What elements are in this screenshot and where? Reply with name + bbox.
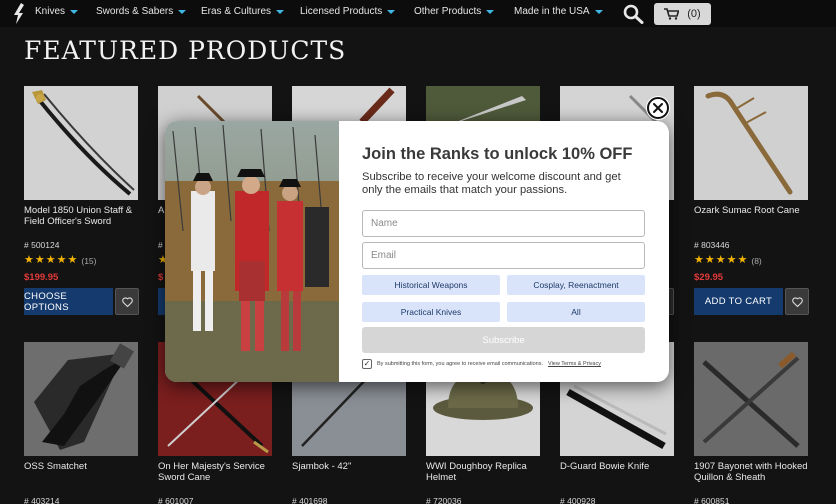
product-image[interactable] xyxy=(24,342,138,456)
star-icon: ★ xyxy=(24,254,34,266)
chevron-down-icon xyxy=(387,9,396,14)
product-sku: # 403214 xyxy=(24,496,60,504)
name-input[interactable]: Name xyxy=(362,210,645,237)
nav-item-knives[interactable]: Knives xyxy=(35,6,79,17)
chevron-down-icon xyxy=(276,9,285,14)
name-placeholder: Name xyxy=(371,218,398,229)
wishlist-button[interactable] xyxy=(115,288,139,315)
nav-item-licensed[interactable]: Licensed Products xyxy=(300,6,396,17)
cart-button[interactable]: (0) xyxy=(654,3,711,25)
cart-count: (0) xyxy=(687,8,701,20)
star-icon: ★ xyxy=(67,254,78,266)
close-button[interactable] xyxy=(647,97,669,119)
star-icon: ★ xyxy=(704,254,715,266)
product-card: Model 1850 Union Staff & Field Officer's… xyxy=(24,86,140,316)
product-name[interactable]: OSS Smatchet xyxy=(24,461,142,473)
product-card: Ozark Sumac Root Cane # 803446 ★ ★ ★ ★ ★… xyxy=(694,86,810,316)
email-input[interactable]: Email xyxy=(362,242,645,269)
nav-item-other[interactable]: Other Products xyxy=(414,6,495,17)
product-sku: # 400928 xyxy=(560,496,596,504)
product-sku: # 500124 xyxy=(24,240,60,250)
product-price: $29.95 xyxy=(694,272,724,283)
rating-stars: ★ ★ ★ ★ ★ (8) xyxy=(694,255,762,266)
product-name[interactable]: 1907 Bayonet with Hooked Quillon & Sheat… xyxy=(694,461,812,483)
subscribe-button[interactable]: Subscribe xyxy=(362,327,645,353)
product-name[interactable]: On Her Majesty's Service Sword Cane xyxy=(158,461,276,483)
star-icon: ★ xyxy=(715,254,726,266)
nav-item-label: Other Products xyxy=(414,6,482,17)
product-price: $199.95 xyxy=(24,272,59,283)
heart-icon xyxy=(791,296,803,307)
rating-count: (8) xyxy=(751,255,762,266)
star-icon: ★ xyxy=(694,254,704,266)
top-nav: Knives Swords & Sabers Eras & Cultures L… xyxy=(0,0,836,27)
cart-icon xyxy=(664,8,680,20)
rating-count: (15) xyxy=(81,255,97,266)
product-sku: # 600851 xyxy=(694,496,730,504)
nav-item-label: Made in the USA xyxy=(514,6,590,17)
product-card: OSS Smatchet # 403214 xyxy=(24,342,140,504)
page: Knives Swords & Sabers Eras & Cultures L… xyxy=(0,0,836,504)
nav-item-label: Swords & Sabers xyxy=(96,6,174,17)
page-title: FEATURED PRODUCTS xyxy=(24,36,347,65)
interest-cosplay-reenactment[interactable]: Cosplay, Reenactment xyxy=(507,275,645,295)
consent-checkbox[interactable]: ✓ xyxy=(362,359,372,369)
product-sku: # 803446 xyxy=(694,240,730,250)
nav-item-eras[interactable]: Eras & Cultures xyxy=(201,6,285,17)
add-to-cart-button[interactable]: ADD TO CART xyxy=(694,288,783,315)
logo-icon[interactable] xyxy=(12,3,30,24)
nav-item-swords[interactable]: Swords & Sabers xyxy=(96,6,187,17)
product-price: $ xyxy=(158,272,164,283)
product-image[interactable] xyxy=(24,86,138,200)
interest-practical-knives[interactable]: Practical Knives xyxy=(362,302,500,322)
wishlist-button[interactable] xyxy=(785,288,809,315)
search-icon[interactable] xyxy=(622,4,644,24)
rating-stars: ★ ★ ★ ★ ★ (15) xyxy=(24,255,97,266)
chevron-down-icon xyxy=(486,9,495,14)
star-icon: ★ xyxy=(737,254,748,266)
product-image[interactable] xyxy=(694,86,808,200)
product-name[interactable]: Sjambok - 42" xyxy=(292,461,410,473)
chevron-down-icon xyxy=(178,9,187,14)
consent-row: ✓ By submitting this form, you agree to … xyxy=(362,359,601,369)
modal-subtitle: Subscribe to receive your welcome discou… xyxy=(362,171,621,196)
email-placeholder: Email xyxy=(371,250,397,261)
heart-icon xyxy=(121,296,133,307)
modal-image xyxy=(165,121,339,382)
star-icon: ★ xyxy=(726,254,737,266)
chevron-down-icon xyxy=(594,9,603,14)
product-name[interactable]: D-Guard Bowie Knife xyxy=(560,461,678,473)
close-icon xyxy=(653,103,663,113)
interest-all[interactable]: All xyxy=(507,302,645,322)
modal-form: Join the Ranks to unlock 10% OFF Subscri… xyxy=(362,121,646,382)
product-sku: # 601007 xyxy=(158,496,194,504)
nav-item-usa[interactable]: Made in the USA xyxy=(514,6,603,17)
nav-item-label: Licensed Products xyxy=(300,6,383,17)
choose-options-button[interactable]: CHOOSE OPTIONS xyxy=(24,288,113,315)
nav-item-label: Eras & Cultures xyxy=(201,6,272,17)
terms-privacy-link[interactable]: View Terms & Privacy xyxy=(548,361,601,367)
star-icon: ★ xyxy=(56,254,67,266)
product-sku: # 720036 xyxy=(426,496,462,504)
star-icon: ★ xyxy=(34,254,45,266)
product-name[interactable]: Ozark Sumac Root Cane xyxy=(694,205,812,217)
star-icon: ★ xyxy=(45,254,56,266)
chevron-down-icon xyxy=(70,9,79,14)
consent-text: By submitting this form, you agree to re… xyxy=(377,361,543,367)
subscribe-modal: Join the Ranks to unlock 10% OFF Subscri… xyxy=(165,121,669,382)
product-image[interactable] xyxy=(694,342,808,456)
product-sku: # 401698 xyxy=(292,496,328,504)
product-name[interactable]: WWI Doughboy Replica Helmet xyxy=(426,461,544,483)
product-card: 1907 Bayonet with Hooked Quillon & Sheat… xyxy=(694,342,810,504)
product-name[interactable]: Model 1850 Union Staff & Field Officer's… xyxy=(24,205,142,227)
product-sku: # xyxy=(158,240,163,250)
modal-title: Join the Ranks to unlock 10% OFF xyxy=(362,145,633,163)
nav-item-label: Knives xyxy=(35,6,66,17)
interest-historical-weapons[interactable]: Historical Weapons xyxy=(362,275,500,295)
